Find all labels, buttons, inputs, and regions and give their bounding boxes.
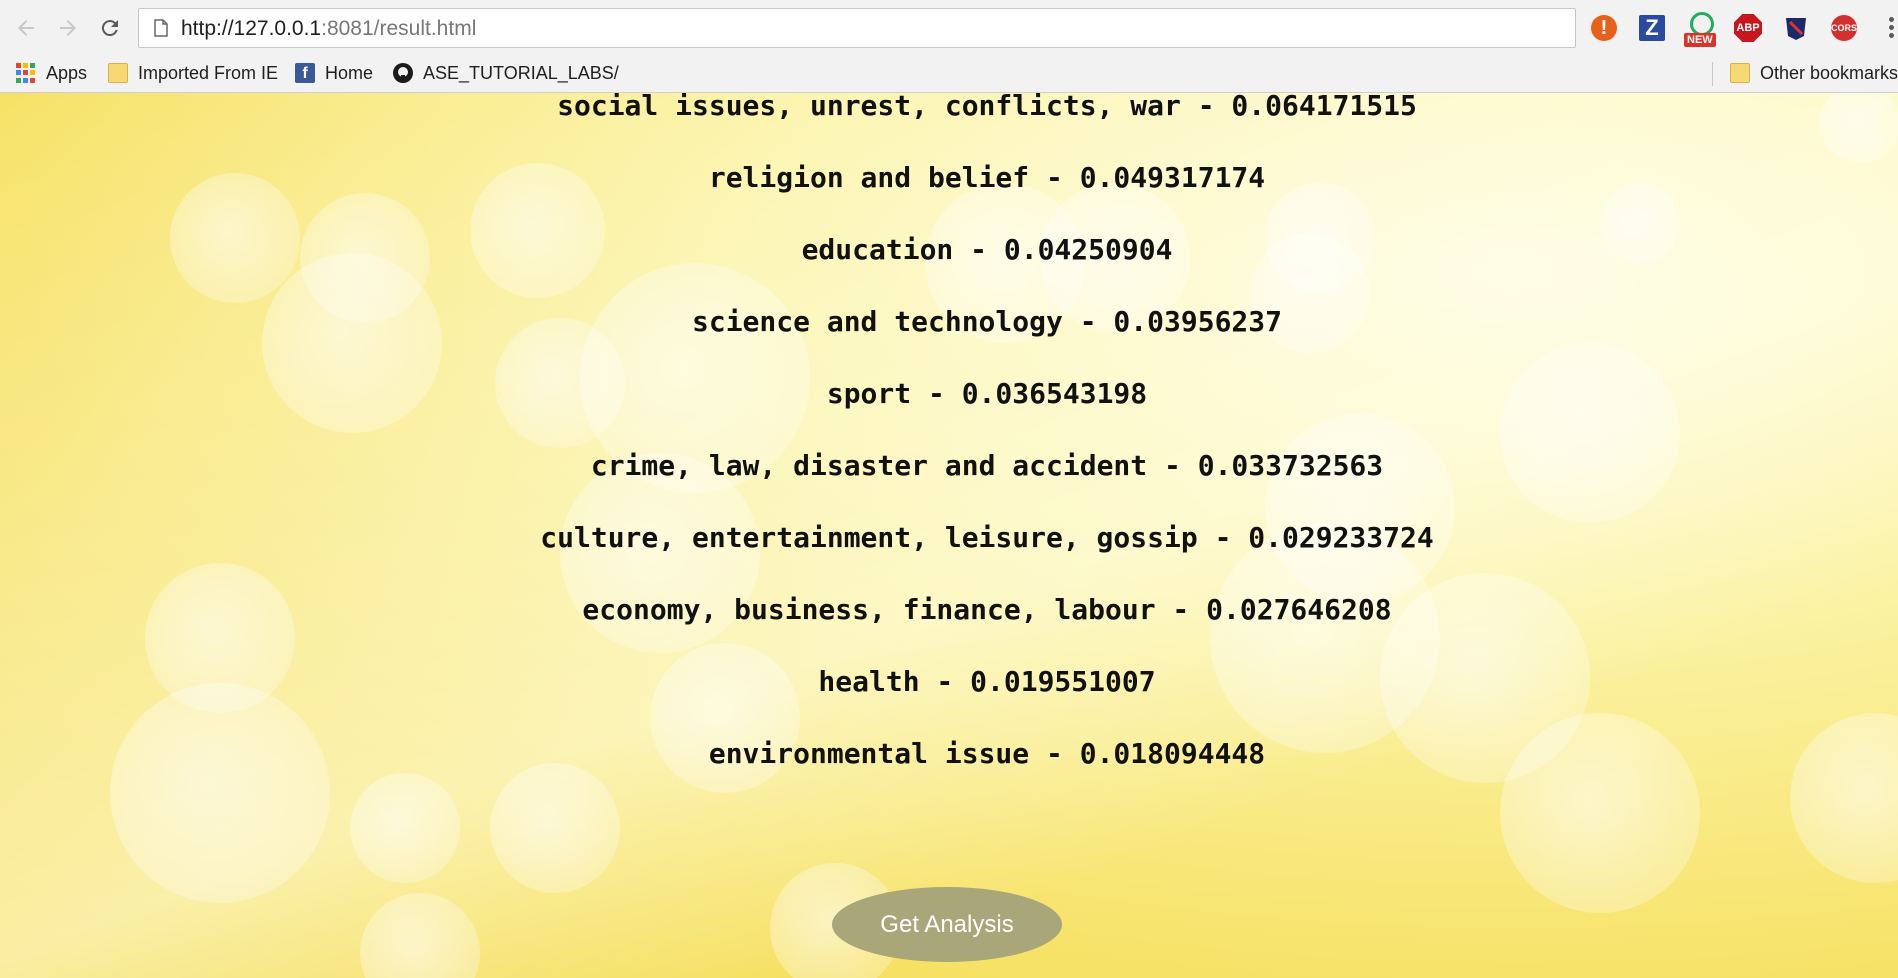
browser-toolbar: http://127.0.0.1:8081/result.html ! Z NE… (0, 0, 1898, 56)
bookmark-home[interactable]: f Home (295, 59, 373, 87)
new-badge: NEW (1684, 33, 1716, 47)
result-item: health - 0.019551007 (818, 665, 1156, 698)
github-icon (393, 63, 413, 83)
alert-extension-button[interactable]: ! (1590, 14, 1618, 42)
menu-dot-icon (1889, 17, 1894, 22)
cors-extension-button[interactable]: CORS (1830, 14, 1858, 42)
cors-icon: CORS (1831, 15, 1857, 41)
bookmark-label: Home (325, 62, 374, 83)
adblock-extension-button[interactable]: ABP (1734, 14, 1762, 42)
abp-icon: ABP (1734, 14, 1762, 42)
arrow-right-icon (60, 20, 76, 36)
shield-icon (1786, 18, 1806, 40)
result-item: education - 0.04250904 (801, 233, 1173, 266)
folder-icon (108, 63, 128, 83)
page-viewport: social issues, unrest, conflicts, war - … (0, 93, 1898, 978)
back-button[interactable] (10, 12, 42, 44)
bokeh-bubble (1500, 343, 1680, 523)
bokeh-bubble (360, 893, 480, 978)
reload-button[interactable] (94, 12, 126, 44)
alert-icon: ! (1591, 15, 1617, 41)
address-bar[interactable]: http://127.0.0.1:8081/result.html (138, 8, 1576, 48)
facebook-icon: f (295, 63, 315, 83)
get-analysis-button[interactable]: Get Analysis (832, 887, 1062, 962)
result-item: economy, business, finance, labour - 0.0… (582, 593, 1392, 626)
result-item: religion and belief - 0.049317174 (708, 161, 1266, 194)
bookmarks-bar: Apps Imported From IE f Home ASE_TUTORIA… (0, 56, 1898, 93)
grammarly-extension-button[interactable]: NEW (1684, 12, 1716, 47)
menu-dot-icon (1889, 25, 1894, 30)
bookmark-label: Other bookmarks (1760, 62, 1898, 83)
bookmark-label: ASE_TUTORIAL_LABS/ (423, 62, 619, 83)
bokeh-bubble (350, 773, 460, 883)
result-item: sport - 0.036543198 (826, 377, 1148, 410)
bookmark-ase-tutorial-labs[interactable]: ASE_TUTORIAL_LABS/ (393, 59, 619, 87)
bookmarks-separator (1712, 62, 1713, 86)
bokeh-bubble (490, 763, 620, 893)
apps-grid-icon (16, 63, 36, 83)
result-item: science and technology - 0.03956237 (691, 305, 1282, 338)
url-text[interactable]: http://127.0.0.1:8081/result.html (181, 17, 476, 41)
browser-menu-button[interactable] (1886, 14, 1898, 42)
z-extension-button[interactable]: Z (1638, 14, 1666, 42)
bookmark-other-bookmarks[interactable]: Other bookmarks (1730, 59, 1898, 87)
shield-extension-button[interactable] (1782, 14, 1810, 42)
z-icon: Z (1639, 15, 1665, 41)
folder-icon (1730, 63, 1750, 83)
forward-button[interactable] (52, 12, 84, 44)
bookmark-imported-from-ie[interactable]: Imported From IE (108, 59, 278, 87)
result-item: social issues, unrest, conflicts, war - … (557, 93, 1417, 122)
url-host: http://127.0.0.1 (181, 17, 322, 40)
reload-icon (101, 20, 118, 37)
bookmark-label: Imported From IE (138, 62, 279, 83)
bookmark-apps[interactable]: Apps (16, 59, 87, 87)
result-item: environmental issue - 0.018094448 (708, 737, 1266, 770)
bokeh-bubble (110, 683, 330, 903)
menu-dot-icon (1889, 33, 1894, 38)
page-icon (154, 19, 168, 37)
url-path: :8081/result.html (321, 17, 477, 40)
arrow-left-icon (18, 20, 34, 36)
bookmark-label: Apps (46, 62, 88, 83)
result-item: crime, law, disaster and accident - 0.03… (590, 449, 1384, 482)
result-item: culture, entertainment, leisure, gossip … (540, 521, 1434, 554)
